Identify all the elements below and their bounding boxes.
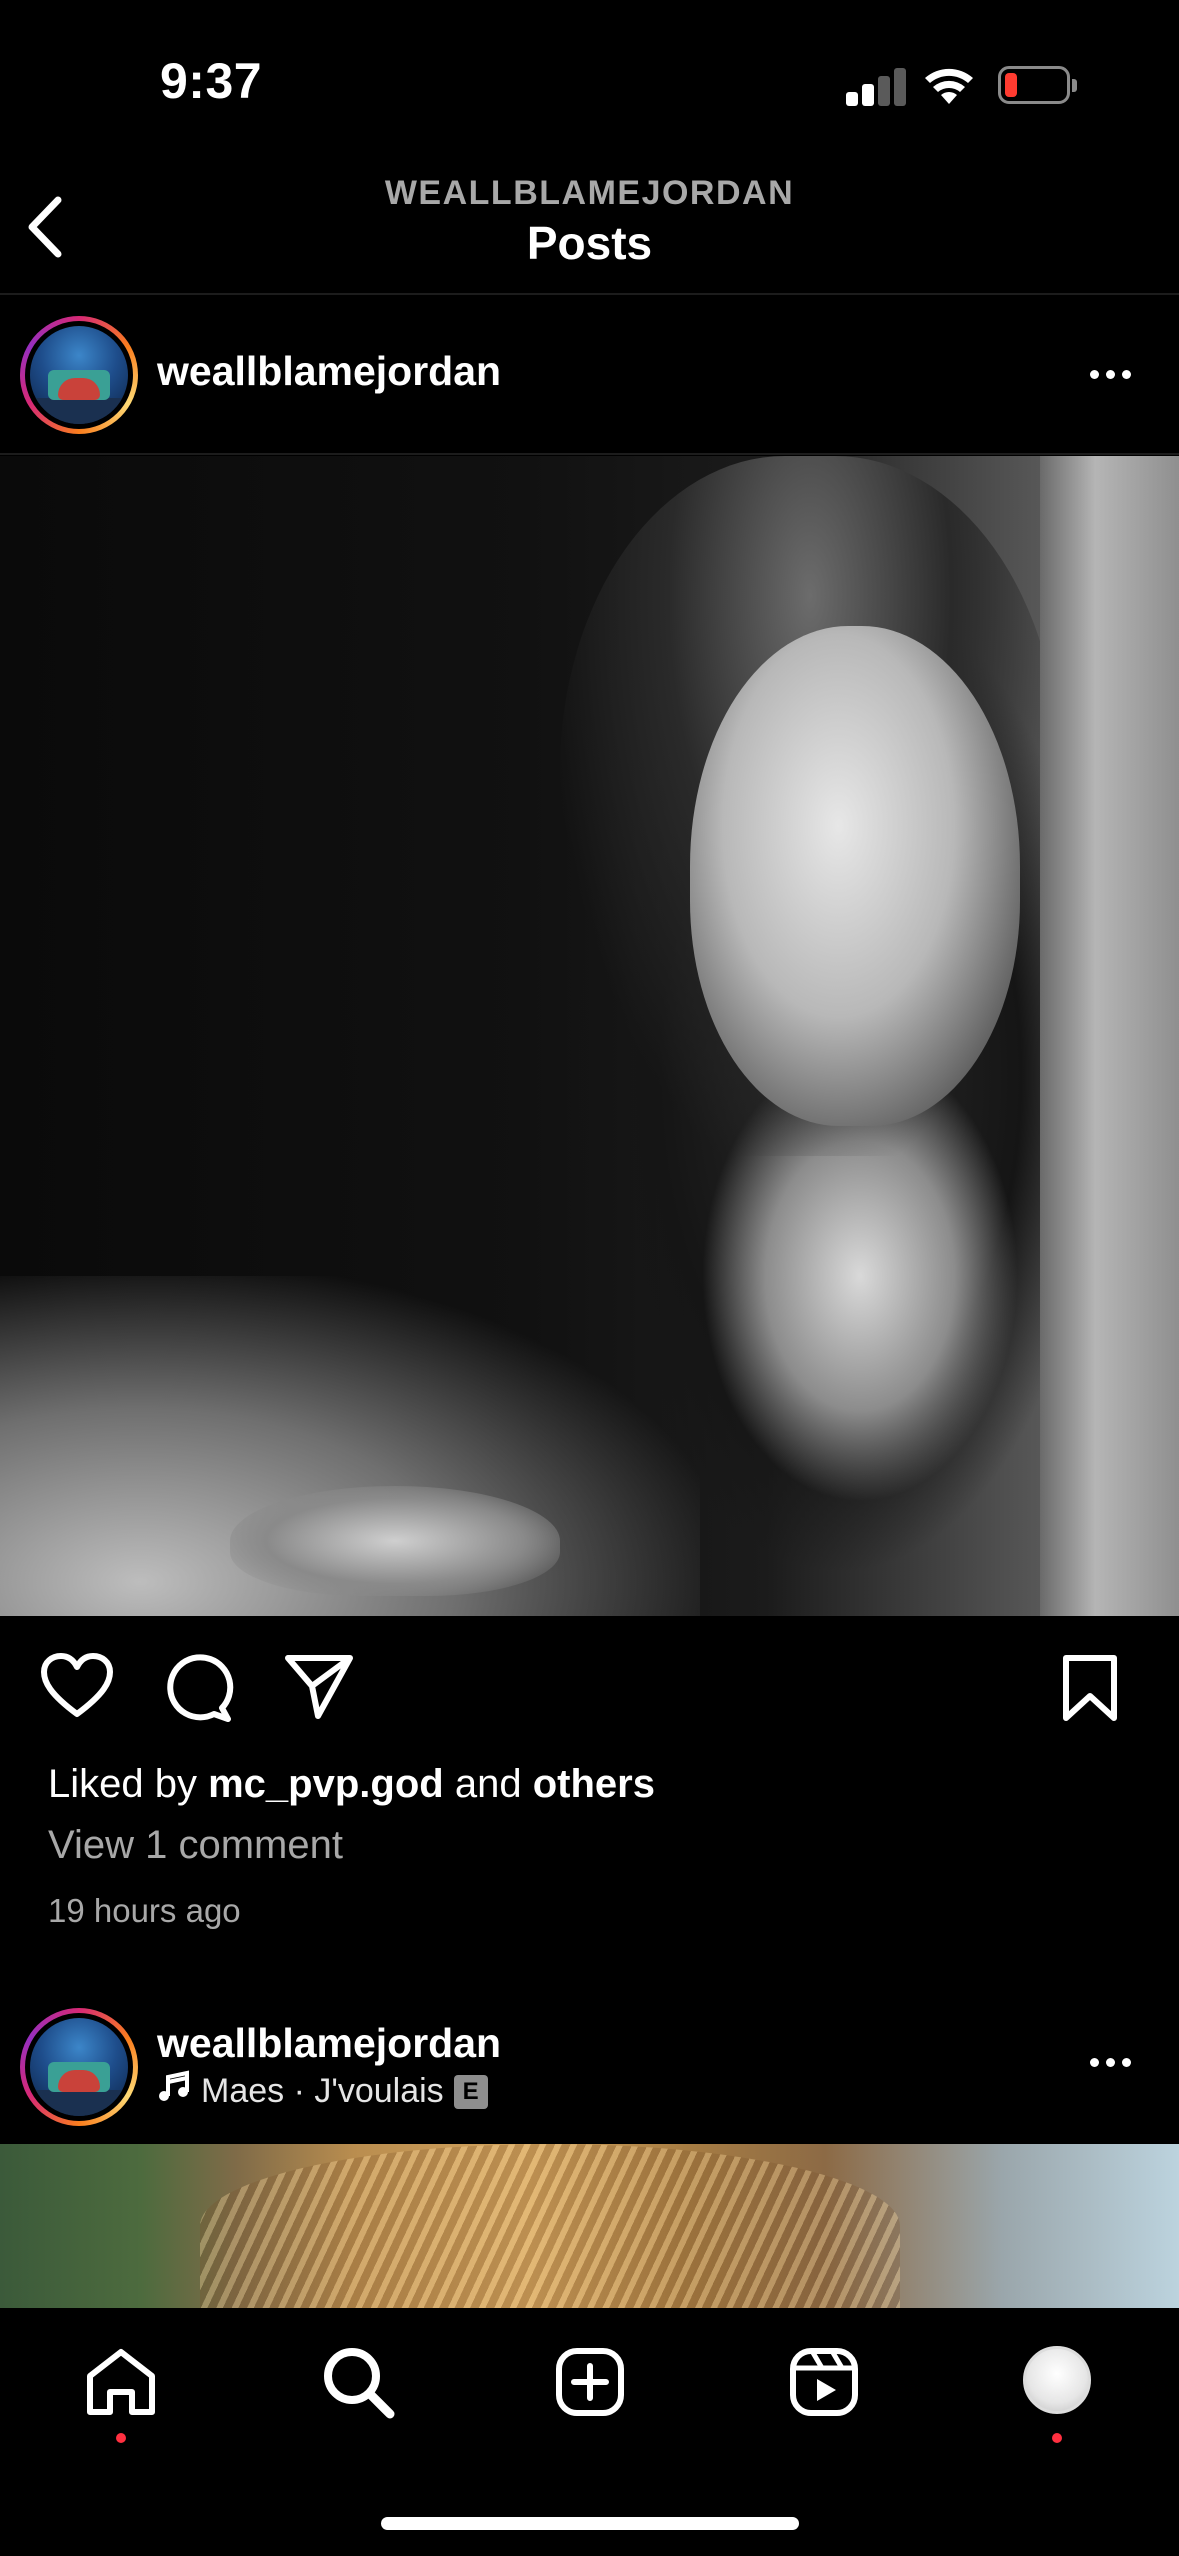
music-title: Maes · J'voulais (201, 2072, 444, 2110)
search-icon[interactable] (320, 2344, 396, 2420)
profile-notification-dot (1052, 2433, 1062, 2443)
profile-avatar-tab[interactable] (1023, 2346, 1091, 2414)
page-title: Posts (526, 217, 653, 269)
share-paper-plane-icon[interactable] (282, 1652, 356, 1722)
post-username[interactable]: weallblamejordan (157, 348, 501, 395)
post-time-ago: 19 hours ago (48, 1892, 241, 1929)
likes-summary[interactable]: Liked by mc_pvp.god and others (48, 1762, 655, 1807)
post-music[interactable]: Maes · J'voulais E (157, 2070, 488, 2113)
post-photo[interactable] (0, 2144, 1179, 2308)
comment-icon[interactable] (162, 1652, 234, 1724)
header-account-name: WEALLBLAMEJORDAN (384, 174, 795, 212)
liked-by-prefix: Liked by (48, 1762, 197, 1806)
home-indicator (381, 2517, 799, 2530)
post-avatar[interactable] (20, 2008, 138, 2126)
like-heart-icon[interactable] (40, 1652, 114, 1720)
more-options-icon[interactable] (1090, 370, 1131, 379)
home-notification-dot (116, 2433, 126, 2443)
cellular-signal-icon (846, 68, 906, 108)
post-header-divider (0, 453, 1179, 455)
post-avatar[interactable] (20, 316, 138, 434)
view-comments-link[interactable]: View 1 comment (48, 1823, 343, 1868)
reels-icon[interactable] (788, 2346, 860, 2418)
explicit-badge: E (453, 2074, 488, 2109)
post-username[interactable]: weallblamejordan (157, 2020, 501, 2067)
liked-by-others[interactable]: others (533, 1762, 655, 1806)
battery-icon (998, 66, 1077, 104)
music-note-icon (157, 2070, 191, 2113)
status-time: 9:37 (160, 53, 263, 109)
header-divider (0, 293, 1179, 295)
liked-by-user[interactable]: mc_pvp.god (208, 1762, 444, 1806)
wifi-icon (924, 66, 974, 111)
create-post-icon[interactable] (554, 2346, 626, 2418)
home-icon[interactable] (84, 2346, 158, 2418)
more-options-icon[interactable] (1090, 2058, 1131, 2067)
post-photo[interactable] (0, 456, 1179, 1616)
save-bookmark-icon[interactable] (1060, 1652, 1120, 1724)
liked-by-and: and (454, 1762, 522, 1806)
